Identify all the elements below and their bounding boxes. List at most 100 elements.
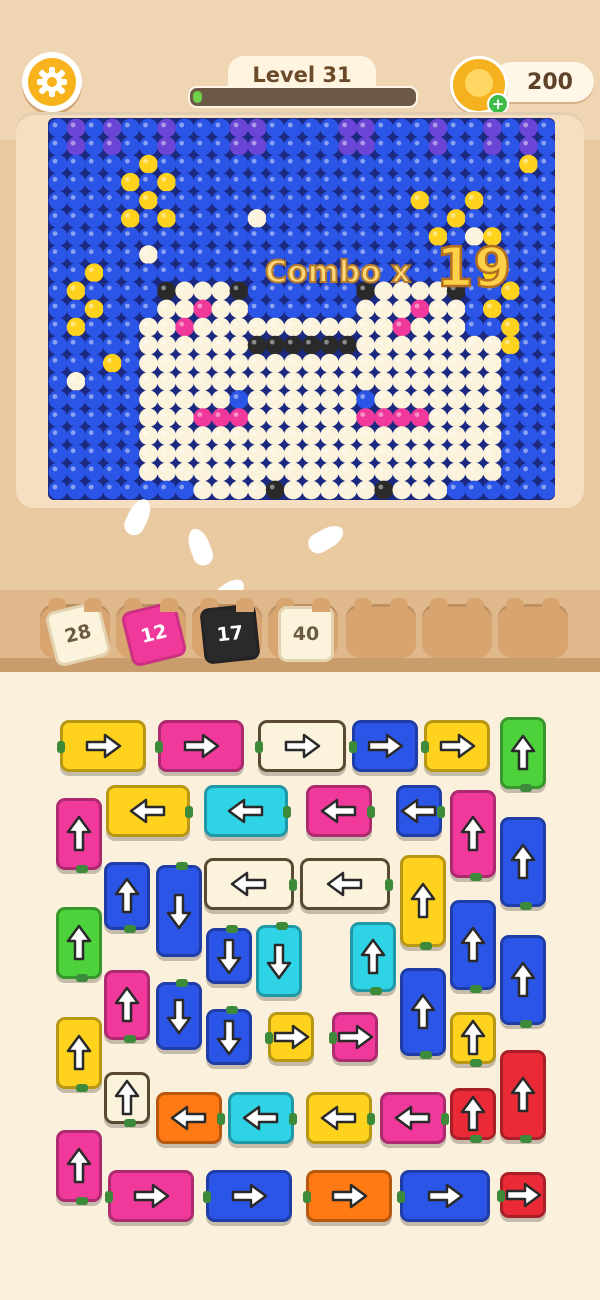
collected-count-badge: 40 bbox=[278, 606, 334, 662]
arrow-up-icon bbox=[460, 926, 486, 963]
leaf-tab bbox=[520, 1020, 532, 1028]
leaf-tab bbox=[176, 979, 188, 987]
arrow-down-icon bbox=[216, 1019, 242, 1056]
arrow-up-icon bbox=[510, 1076, 536, 1113]
arrow-down-icon bbox=[266, 943, 292, 980]
collector-slot: 12 bbox=[116, 598, 188, 668]
pink-arrow-block-left[interactable] bbox=[380, 1092, 449, 1144]
leaf-tab bbox=[420, 942, 432, 950]
leaf-tab bbox=[76, 1084, 88, 1092]
pink-arrow-block-up[interactable] bbox=[56, 1130, 102, 1205]
blue-arrow-block-down[interactable] bbox=[156, 862, 202, 957]
arrow-right-icon bbox=[133, 1183, 170, 1209]
pink-arrow-block-up[interactable] bbox=[450, 790, 496, 881]
leaf-tab bbox=[397, 1191, 405, 1203]
cyan-arrow-block-left[interactable] bbox=[204, 785, 291, 837]
blue-arrow-block-up[interactable] bbox=[450, 900, 496, 993]
red-arrow-block-up[interactable] bbox=[450, 1088, 496, 1143]
leaf-tab bbox=[265, 1032, 273, 1044]
arrow-left-icon bbox=[227, 798, 264, 824]
cyan-arrow-block-down[interactable] bbox=[256, 922, 302, 997]
green-arrow-block-up[interactable] bbox=[500, 717, 546, 792]
yellow-arrow-block-right[interactable] bbox=[265, 1012, 314, 1062]
pink-arrow-block-right[interactable] bbox=[155, 720, 244, 772]
blue-arrow-block-left[interactable] bbox=[396, 785, 445, 837]
collected-count-badge: 17 bbox=[199, 603, 261, 665]
leaf-tab bbox=[349, 741, 357, 753]
bead-grid bbox=[48, 118, 555, 500]
blue-arrow-block-up[interactable] bbox=[500, 935, 546, 1028]
cream-arrow-block-up[interactable] bbox=[104, 1072, 150, 1127]
settings-button[interactable] bbox=[22, 52, 82, 112]
arrow-right-icon bbox=[337, 1024, 374, 1050]
blue-arrow-block-right[interactable] bbox=[349, 720, 418, 772]
cyan-arrow-block-left[interactable] bbox=[228, 1092, 297, 1144]
blue-arrow-block-right[interactable] bbox=[203, 1170, 292, 1222]
leaf-tab bbox=[76, 974, 88, 982]
leaf-tab bbox=[520, 1135, 532, 1143]
blue-arrow-block-up[interactable] bbox=[500, 817, 546, 910]
blue-arrow-block-up[interactable] bbox=[104, 862, 150, 933]
gear-icon bbox=[28, 58, 76, 106]
arrow-up-icon bbox=[114, 1079, 140, 1116]
leaf-tab bbox=[124, 1035, 136, 1043]
arrow-up-icon bbox=[410, 993, 436, 1030]
leaf-tab bbox=[470, 985, 482, 993]
arrow-right-icon bbox=[367, 733, 404, 759]
arrow-right-icon bbox=[85, 733, 122, 759]
leaf-tab bbox=[76, 865, 88, 873]
leaf-tab bbox=[329, 1032, 337, 1044]
cream-arrow-block-right[interactable] bbox=[255, 720, 346, 772]
cream-arrow-block-left[interactable] bbox=[204, 858, 297, 910]
leaf-tab bbox=[124, 1119, 136, 1127]
leaf-tab bbox=[185, 806, 193, 818]
arrow-up-icon bbox=[66, 815, 92, 852]
arrow-up-icon bbox=[66, 1034, 92, 1071]
arrow-left-icon bbox=[394, 1105, 431, 1131]
leaf-tab bbox=[276, 922, 288, 930]
leaf-tab bbox=[226, 925, 238, 933]
pink-arrow-block-right[interactable] bbox=[105, 1170, 194, 1222]
yellow-arrow-block-up[interactable] bbox=[400, 855, 446, 950]
arrow-up-icon bbox=[114, 986, 140, 1023]
blue-arrow-block-down[interactable] bbox=[206, 925, 252, 984]
pink-arrow-block-up[interactable] bbox=[56, 798, 102, 873]
arrow-right-icon bbox=[273, 1024, 310, 1050]
leaf-tab bbox=[255, 741, 263, 753]
yellow-arrow-block-right[interactable] bbox=[57, 720, 146, 772]
orange-arrow-block-left[interactable] bbox=[156, 1092, 225, 1144]
blue-arrow-block-up[interactable] bbox=[400, 968, 446, 1059]
cyan-arrow-block-up[interactable] bbox=[350, 922, 396, 995]
arrow-right-icon bbox=[505, 1182, 542, 1208]
pink-arrow-block-left[interactable] bbox=[306, 785, 375, 837]
red-arrow-block-right[interactable] bbox=[497, 1172, 546, 1218]
collector-slot: 28 bbox=[40, 598, 112, 668]
yellow-arrow-block-right[interactable] bbox=[421, 720, 490, 772]
leaf-tab bbox=[226, 1006, 238, 1014]
green-arrow-block-up[interactable] bbox=[56, 907, 102, 982]
leaf-tab bbox=[470, 873, 482, 881]
leaf-tab bbox=[303, 1191, 311, 1203]
orange-arrow-block-right[interactable] bbox=[303, 1170, 392, 1222]
yellow-arrow-block-up[interactable] bbox=[450, 1012, 496, 1067]
arrow-left-icon bbox=[230, 871, 267, 897]
yellow-arrow-block-left[interactable] bbox=[306, 1092, 375, 1144]
arrow-up-icon bbox=[510, 843, 536, 880]
arrow-right-icon bbox=[439, 733, 476, 759]
yellow-arrow-block-up[interactable] bbox=[56, 1017, 102, 1092]
arrow-up-icon bbox=[460, 815, 486, 852]
blue-arrow-block-right[interactable] bbox=[397, 1170, 490, 1222]
blue-arrow-block-down[interactable] bbox=[156, 979, 202, 1050]
red-arrow-block-up[interactable] bbox=[500, 1050, 546, 1143]
pink-arrow-block-right[interactable] bbox=[329, 1012, 378, 1062]
arrow-up-icon bbox=[510, 961, 536, 998]
arrow-up-icon bbox=[360, 938, 386, 975]
coin-amount: 200 bbox=[527, 69, 573, 95]
paw-coin-icon: + bbox=[450, 56, 509, 115]
leaf-tab bbox=[520, 784, 532, 792]
yellow-arrow-block-left[interactable] bbox=[106, 785, 193, 837]
blue-arrow-block-down[interactable] bbox=[206, 1006, 252, 1065]
arrow-right-icon bbox=[183, 733, 220, 759]
cream-arrow-block-left[interactable] bbox=[300, 858, 393, 910]
pink-arrow-block-up[interactable] bbox=[104, 970, 150, 1043]
